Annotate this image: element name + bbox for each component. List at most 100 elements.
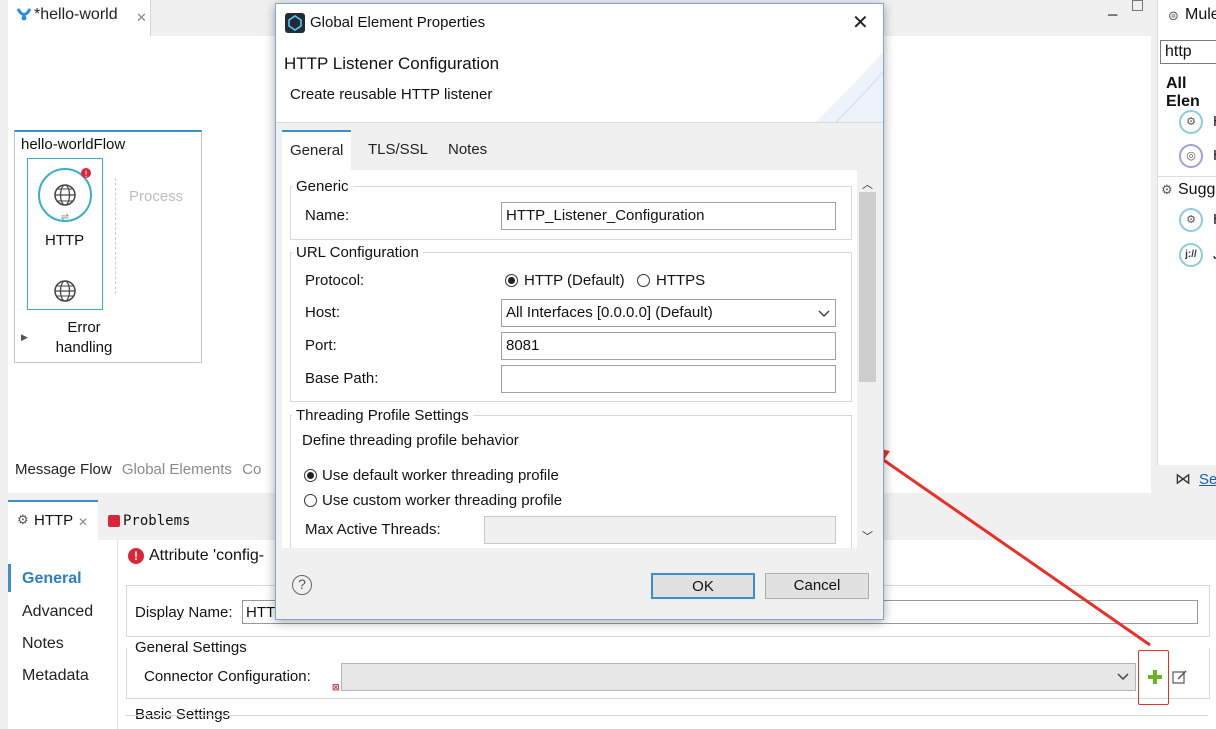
host-select-value: All Interfaces [0.0.0.0] (Default): [506, 304, 713, 321]
palette-footer: ⋈ Se: [1157, 465, 1216, 495]
connector-config-select[interactable]: [341, 663, 1136, 691]
error-icon: !: [128, 548, 144, 564]
tab-http-properties[interactable]: ⚙ HTTP ✕: [8, 500, 98, 542]
dialog-tabs: General TLS/SSL Notes: [282, 130, 878, 170]
edit-icon[interactable]: [1172, 669, 1188, 685]
close-icon[interactable]: ✕: [78, 515, 88, 529]
threading-description: Define threading profile behavior: [302, 432, 519, 449]
protocol-label: Protocol:: [305, 272, 365, 289]
error-handling-label[interactable]: Error handling: [51, 318, 117, 358]
error-decorator-icon: ⊠: [332, 682, 340, 692]
display-name-label: Display Name:: [135, 604, 233, 621]
default-profile-label[interactable]: Use default worker threading profile: [322, 467, 559, 484]
header-decoration: [816, 52, 883, 122]
protocol-https-label[interactable]: HTTPS: [656, 272, 705, 289]
scrollbar-thumb[interactable]: [859, 192, 876, 382]
dialog-subheading: Create reusable HTTP listener: [290, 86, 493, 103]
host-select[interactable]: All Interfaces [0.0.0.0] (Default): [501, 299, 836, 327]
custom-profile-radio[interactable]: [304, 494, 317, 507]
http-source-label: HTTP: [45, 232, 85, 249]
error-label-line-2: handling: [55, 339, 113, 356]
dialog-titlebar: Global Element Properties ✕: [276, 4, 883, 42]
nav-advanced[interactable]: Advanced: [22, 603, 93, 621]
tab-http-label: HTTP: [34, 512, 74, 529]
error-label-line-1: Error: [67, 319, 101, 336]
protocol-http-radio[interactable]: [505, 274, 518, 287]
dialog-scrollbar[interactable]: ︿ ﹀: [857, 170, 878, 548]
base-path-label: Base Path:: [305, 370, 379, 387]
nav-general[interactable]: General: [22, 570, 82, 588]
json-icon[interactable]: j://: [1179, 243, 1203, 267]
nav-metadata[interactable]: Metadata: [22, 667, 89, 685]
palette-divider: [1158, 176, 1216, 177]
global-element-properties-dialog: Global Element Properties ✕ HTTP Listene…: [275, 3, 884, 620]
anypoint-studio-icon: [285, 13, 305, 33]
chevron-down-icon: [818, 310, 830, 317]
palette-search-input[interactable]: http: [1160, 40, 1216, 64]
protocol-https-radio[interactable]: [637, 274, 650, 287]
http-connector-icon[interactable]: ⚙: [1179, 110, 1203, 134]
process-divider: [115, 178, 116, 294]
properties-nav: General Advanced Notes Metadata: [8, 540, 118, 729]
globe-icon: [54, 280, 76, 302]
http-tab-icon: ⚙: [17, 512, 29, 527]
cancel-button[interactable]: Cancel: [765, 573, 869, 599]
process-label: Process: [129, 188, 184, 205]
flow-title: hello-worldFlow: [21, 136, 126, 153]
error-message: Attribute 'config-: [149, 547, 265, 564]
max-threads-input: [484, 516, 836, 544]
host-label: Host:: [305, 304, 341, 321]
editor-tab-title: *hello-world: [34, 6, 118, 23]
flow-container[interactable]: hello-worldFlow ! ⇌ HTTP Process ▶ Error…: [14, 130, 202, 363]
protocol-http-label[interactable]: HTTP (Default): [524, 272, 625, 289]
http-listener-palette-icon[interactable]: ◎: [1179, 144, 1203, 168]
tab-general[interactable]: General: [282, 130, 352, 170]
all-elements-heading: All Elen: [1166, 75, 1200, 110]
svg-text:!: !: [84, 170, 88, 180]
default-profile-radio[interactable]: [304, 469, 317, 482]
chevron-down-icon: [1117, 673, 1129, 681]
svg-text:⇌: ⇌: [61, 212, 69, 223]
base-path-input[interactable]: [501, 365, 836, 393]
close-icon[interactable]: ✕: [852, 10, 869, 35]
scroll-down-icon[interactable]: ﹀: [862, 528, 873, 544]
tab-configuration-xml[interactable]: Co: [242, 461, 261, 478]
port-input[interactable]: 8081: [501, 332, 836, 360]
name-label: Name:: [305, 207, 350, 224]
tab-problems[interactable]: Problems: [108, 512, 190, 529]
dialog-heading: HTTP Listener Configuration: [284, 54, 500, 73]
palette-header: Mule: [1185, 6, 1216, 23]
close-icon[interactable]: ✕: [136, 10, 147, 26]
ok-button[interactable]: OK: [651, 573, 755, 599]
tab-tls-ssl[interactable]: TLS/SSL: [360, 130, 436, 170]
tab-notes[interactable]: Notes: [440, 130, 495, 170]
palette-menu-icon[interactable]: ⊜: [1168, 8, 1179, 24]
suggested-http-icon[interactable]: ⚙: [1179, 208, 1203, 232]
connector-config-label: Connector Configuration:: [144, 668, 311, 685]
http-source-component[interactable]: ! ⇌ HTTP: [27, 158, 103, 310]
nav-notes[interactable]: Notes: [22, 635, 64, 653]
port-label: Port:: [305, 337, 337, 354]
tab-message-flow[interactable]: Message Flow: [15, 461, 112, 478]
suggestions-heading: Sugg: [1178, 181, 1216, 198]
search-exchange-link[interactable]: Se: [1199, 471, 1216, 488]
minimize-icon[interactable]: ▁: [1108, 2, 1117, 16]
dialog-body: Generic Name: HTTP_Listener_Configuratio…: [282, 170, 878, 548]
canvas-view-tabs: Message Flow Global Elements Co: [15, 461, 267, 478]
expand-arrow-icon[interactable]: ▶: [21, 332, 28, 343]
name-input[interactable]: HTTP_Listener_Configuration: [501, 202, 836, 230]
tab-problems-label: Problems: [123, 513, 191, 529]
help-icon[interactable]: ?: [292, 575, 312, 595]
custom-profile-label[interactable]: Use custom worker threading profile: [322, 492, 562, 509]
editor-tab-hello-world[interactable]: *hello-world ✕: [8, 0, 151, 36]
maximize-icon[interactable]: [1132, 0, 1143, 11]
exchange-icon: ⋈: [1175, 471, 1191, 488]
max-threads-label: Max Active Threads:: [305, 521, 441, 538]
nav-active-indicator: [8, 564, 11, 592]
generic-legend: Generic: [292, 178, 353, 195]
scroll-up-icon[interactable]: ︿: [862, 176, 873, 192]
tab-global-elements[interactable]: Global Elements: [122, 461, 232, 478]
mule-palette: ⊜ Mule http All Elen ⚙ H ◎ H ⚙ Sugg ⚙ H …: [1157, 0, 1216, 465]
suggestions-icon: ⚙: [1161, 182, 1173, 197]
threading-legend: Threading Profile Settings: [292, 407, 473, 424]
